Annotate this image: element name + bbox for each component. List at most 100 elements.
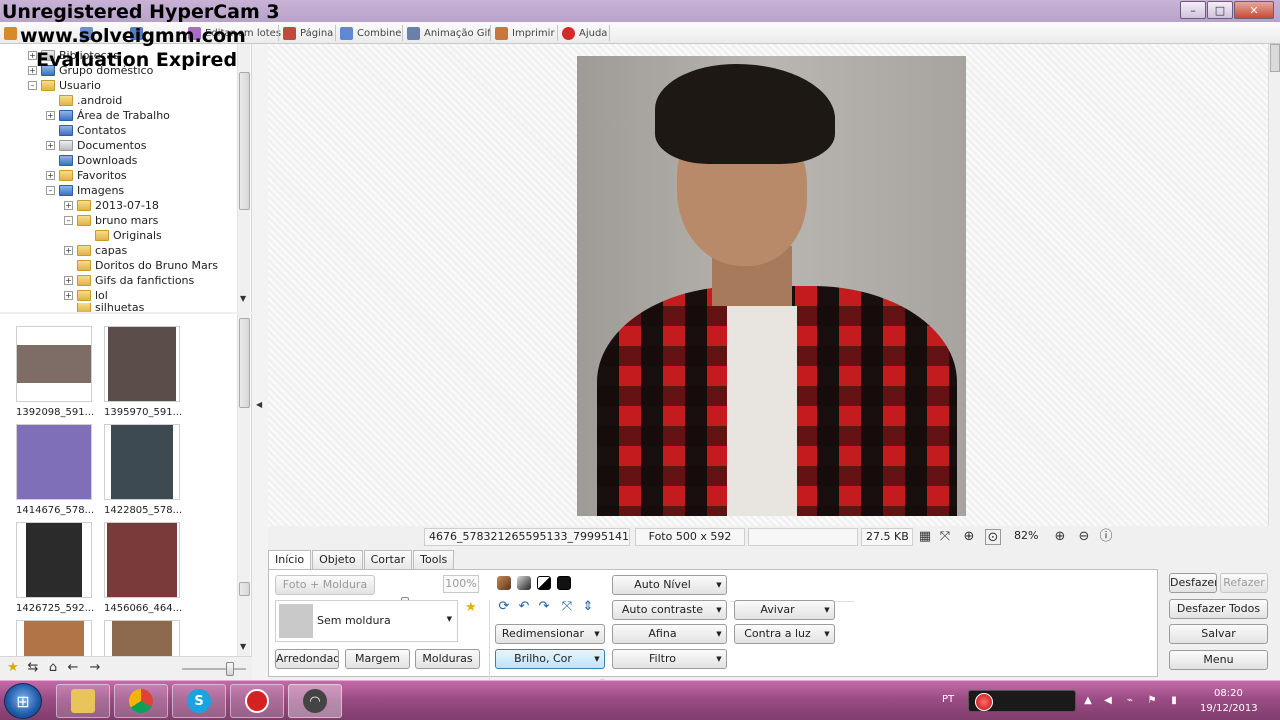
enliven-button[interactable]: Avivar [734, 600, 821, 620]
rotate-left-icon[interactable]: ↶ [516, 599, 532, 615]
taskbar-explorer[interactable] [56, 684, 110, 718]
undo-all-button[interactable]: Desfazer Todos [1169, 599, 1268, 619]
taskbar-skype[interactable]: S [172, 684, 226, 718]
zoom-in-icon[interactable]: ⊕ [1052, 529, 1068, 545]
resize-button[interactable]: Redimensionar [495, 624, 591, 644]
open-folder-icon[interactable]: ⌂ [46, 661, 60, 675]
tab-tools[interactable]: Tools [413, 550, 455, 570]
tree-item-originals[interactable]: Originals [82, 228, 162, 243]
tree-item-contatos[interactable]: Contatos [46, 123, 126, 138]
frame-select[interactable]: Sem moldura ▼ [275, 600, 458, 642]
collapse-icon[interactable]: – [28, 81, 37, 90]
record-button-icon[interactable] [975, 693, 993, 711]
thumbnail-item[interactable]: 1456066_464... [104, 522, 182, 614]
chevron-down-icon[interactable]: ▼ [820, 624, 835, 644]
chevron-down-icon[interactable]: ▼ [712, 649, 727, 669]
filter-button[interactable]: Filtro [612, 649, 713, 669]
signal-icon[interactable]: ▮ [1168, 695, 1180, 707]
brightness-button[interactable]: Brilho, Cor [495, 649, 591, 669]
minimize-button[interactable]: – [1180, 1, 1206, 19]
grayscale-icon[interactable] [517, 576, 531, 590]
chevron-down-icon[interactable]: ▼ [712, 624, 727, 644]
thumbnail-item[interactable]: 1414676_578... [16, 424, 94, 516]
tree-item-downloads[interactable]: Downloads [46, 153, 137, 168]
backlight-button[interactable]: Contra a luz [734, 624, 821, 644]
chevron-down-icon[interactable]: ▼ [712, 600, 727, 620]
taskbar-recorder[interactable] [230, 684, 284, 718]
scroll-down-icon[interactable]: ▼ [240, 294, 246, 303]
tree-item-android[interactable]: .android [46, 93, 122, 108]
actual-size-icon[interactable]: ⊙ [985, 529, 1001, 545]
black-white-icon[interactable] [537, 576, 551, 590]
toolbar-page[interactable]: Página [283, 25, 333, 41]
expand-icon[interactable]: + [46, 141, 55, 150]
tree-item-capas[interactable]: + capas [64, 243, 127, 258]
image-viewer[interactable] [268, 44, 1268, 526]
toolbar-combine[interactable]: Combine [340, 25, 401, 41]
tree-item-usuario[interactable]: – Usuario [28, 78, 101, 93]
tree-item-silhuetas[interactable]: silhuetas [64, 303, 144, 312]
fit-screen-icon[interactable]: ⤧ [937, 529, 953, 545]
frames-button[interactable]: Molduras [415, 649, 480, 669]
sharpen-button[interactable]: Afina [612, 624, 713, 644]
save-button[interactable]: Salvar [1169, 624, 1268, 644]
flip-vertical-icon[interactable]: ⇕ [580, 599, 596, 615]
thumbnail-item[interactable]: 1422805_578... [104, 424, 182, 516]
maximize-button[interactable]: □ [1207, 1, 1233, 19]
tree-item-documentos[interactable]: + Documentos [46, 138, 146, 153]
expand-icon[interactable]: + [64, 201, 73, 210]
zoom-out-icon[interactable]: ⊖ [1076, 529, 1092, 545]
taskbar-photo-editor[interactable]: ◠ [288, 684, 342, 718]
flip-horizontal-icon[interactable]: ⤧ [559, 599, 575, 615]
collapse-arrow-icon[interactable]: ◀ [256, 400, 262, 409]
tree-item-doritos[interactable]: Doritos do Bruno Mars [64, 258, 218, 273]
rounded-button[interactable]: Arredondado [275, 649, 339, 669]
tree-item-2013-07-18[interactable]: +2013-07-18 [64, 198, 159, 213]
tree-item-area-de-trabalho[interactable]: + Área de Trabalho [46, 108, 170, 123]
clock-date[interactable]: 19/12/2013 [1200, 703, 1258, 714]
expand-icon[interactable]: + [64, 276, 73, 285]
recorder-controls[interactable] [968, 690, 1076, 712]
chevron-down-icon[interactable]: ▼ [590, 624, 605, 644]
photo-frame-button[interactable]: Foto + Moldura [275, 575, 375, 595]
chevron-down-icon[interactable]: ▼ [590, 649, 605, 669]
rotate-right-icon[interactable]: ↷ [536, 599, 552, 615]
expand-icon[interactable]: + [46, 111, 55, 120]
thumbnail-item[interactable]: 1426725_592... [16, 522, 94, 614]
viewer-scrollbar-thumb[interactable] [1270, 44, 1280, 72]
tree-scrollbar[interactable]: ▼ [237, 44, 250, 312]
language-indicator[interactable]: PT [942, 694, 954, 705]
star-icon[interactable]: ★ [6, 661, 20, 675]
panel-splitter[interactable]: ◀ [252, 44, 268, 680]
thumbnail-item[interactable]: 1395970_591... [104, 326, 182, 418]
clock-time[interactable]: 08:20 [1214, 688, 1243, 699]
toolbar-gif-animation[interactable]: Animação Gif [407, 25, 491, 41]
tree-item-gifs[interactable]: + Gifs da fanfictions [64, 273, 194, 288]
tab-cortar[interactable]: Cortar [363, 550, 413, 570]
tab-objeto[interactable]: Objeto [312, 550, 363, 570]
toolbar-browser[interactable] [4, 25, 21, 41]
auto-level-button[interactable]: Auto Nível [612, 575, 713, 595]
menu-button[interactable]: Menu [1169, 650, 1268, 670]
expand-icon[interactable]: + [46, 171, 55, 180]
redo-button[interactable]: Refazer [1220, 573, 1268, 593]
close-button[interactable]: ✕ [1234, 1, 1274, 19]
back-arrow-icon[interactable]: ← [66, 661, 80, 675]
tree-scrollbar-thumb[interactable] [239, 72, 250, 210]
thumbnail-item[interactable] [104, 620, 180, 656]
tree-item-imagens[interactable]: – Imagens [46, 183, 124, 198]
toolbar-help[interactable]: Ajuda [562, 25, 607, 41]
collapse-icon[interactable]: – [64, 216, 73, 225]
scroll-down-icon[interactable]: ▼ [240, 642, 246, 651]
start-button[interactable]: ⊞ [4, 683, 42, 719]
tree-item-bruno-mars[interactable]: – bruno mars [64, 213, 158, 228]
chevron-down-icon[interactable]: ▼ [712, 575, 727, 595]
collapse-icon[interactable]: – [46, 186, 55, 195]
thumbnail-scroll-marker[interactable] [239, 582, 250, 596]
chevron-down-icon[interactable]: ▼ [820, 600, 835, 620]
zoom-fit-icon[interactable]: ⊕ [961, 529, 977, 545]
show-hidden-icons[interactable]: ▲ [1082, 695, 1094, 707]
auto-rotate-icon[interactable]: ⟳ [496, 599, 512, 615]
slider-knob[interactable] [226, 662, 234, 676]
thumbnail-item[interactable]: 1392098_591... [16, 326, 94, 418]
